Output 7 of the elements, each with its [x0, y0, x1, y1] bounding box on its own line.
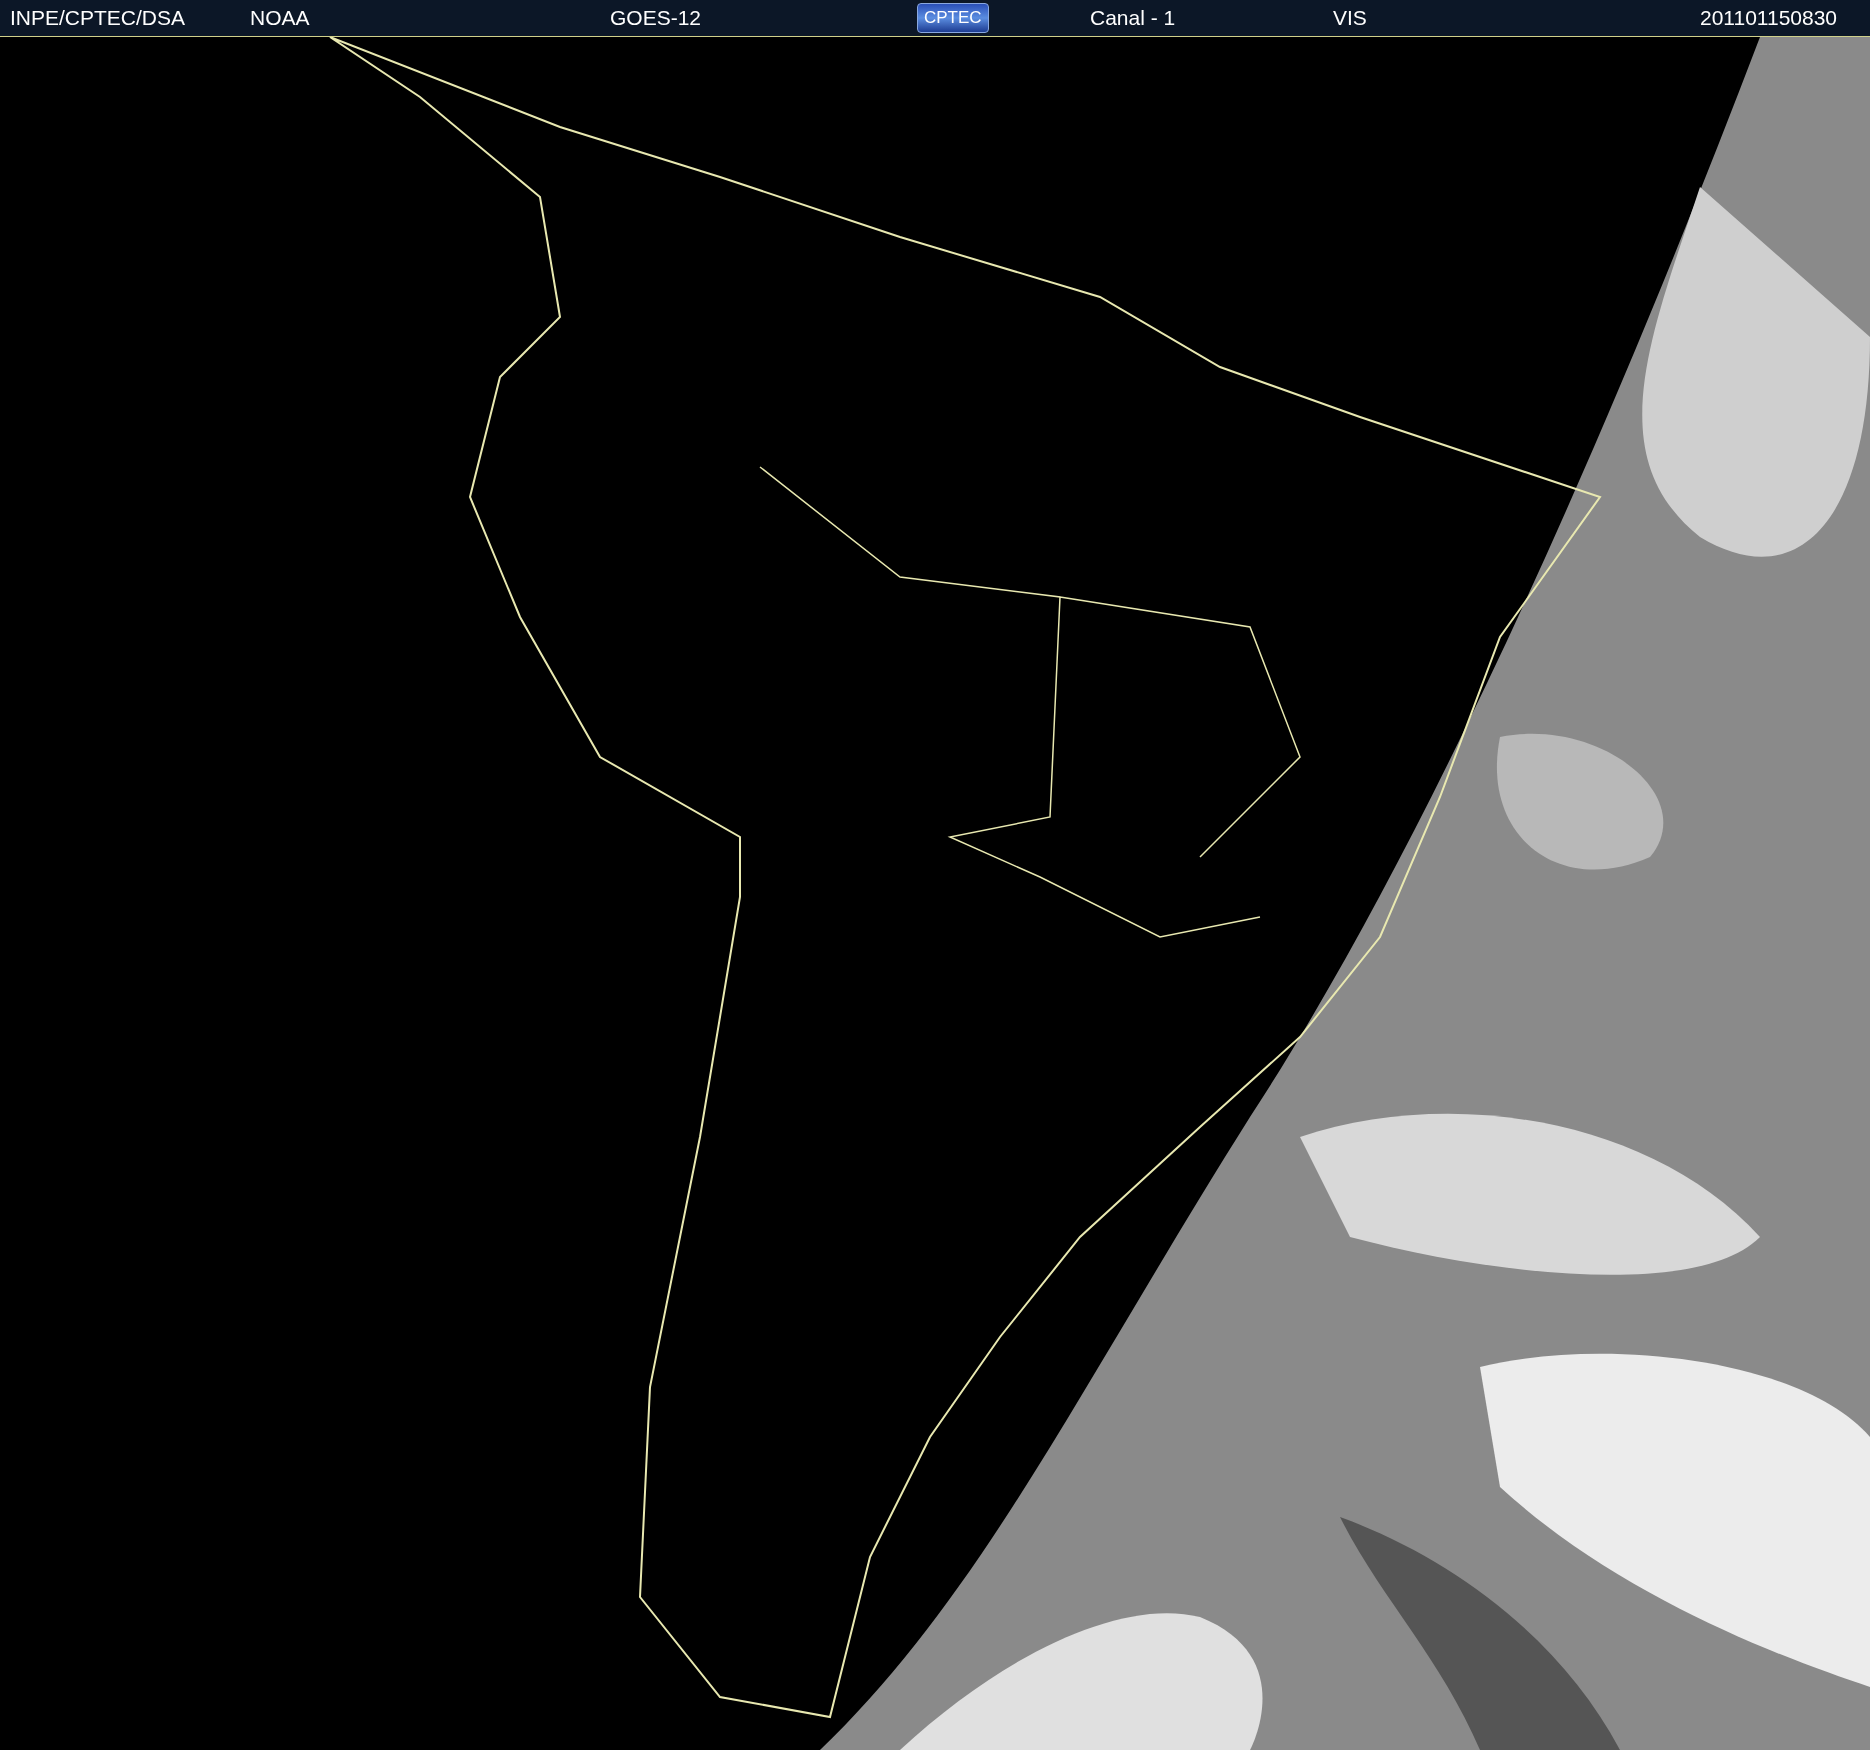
header-label: NOAA	[249, 6, 311, 30]
logo: CPTEC	[917, 3, 989, 33]
header-label: 201101150830	[1699, 6, 1839, 30]
header-label: Canal - 1	[1089, 6, 1177, 30]
header-label: VIS	[1332, 6, 1368, 30]
header-label: GOES-12	[609, 6, 703, 30]
header-label: INPE/CPTEC/DSA	[9, 6, 187, 30]
